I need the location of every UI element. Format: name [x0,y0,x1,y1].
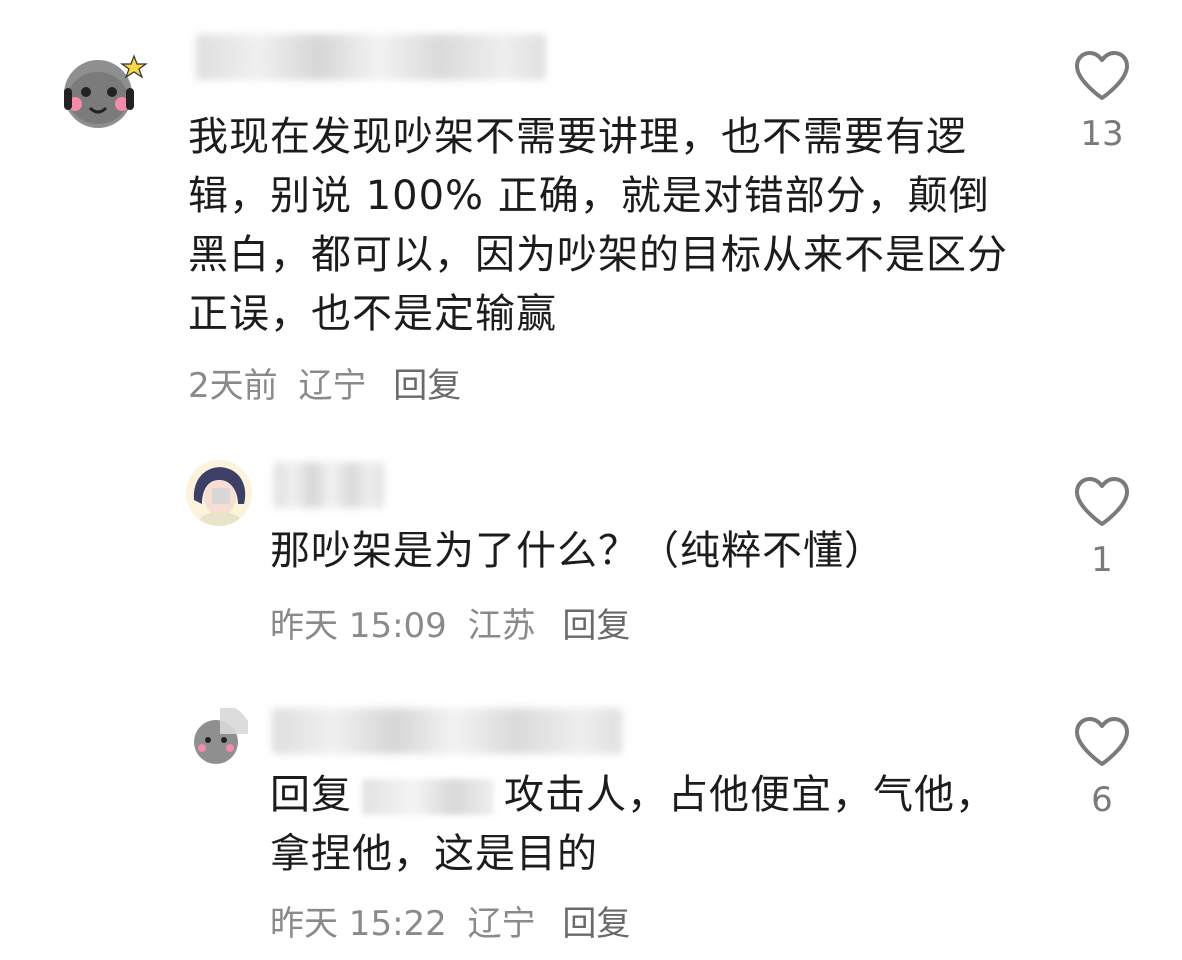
cartoon-face-icon [50,36,154,140]
reply-item: 那吵架是为了什么？（纯粹不懂） 昨天 15:09 江苏 回复 1 [0,440,1182,680]
avatar[interactable] [50,36,154,140]
reply-button[interactable]: 回复 [562,904,630,944]
anime-girl-icon [186,460,252,526]
comment-location: 辽宁 [298,366,367,406]
avatar[interactable] [186,460,252,526]
reply-button[interactable]: 回复 [562,606,630,646]
like-button[interactable]: 13 [1062,50,1142,154]
avatar[interactable] [186,704,252,770]
comment-meta: 2天前 辽宁 回复 [188,366,471,406]
comment-location: 辽宁 [467,904,536,944]
heart-outline-icon [1075,477,1129,526]
comment-time: 2天前 [188,366,278,406]
comment-meta: 昨天 15:22 辽宁 回复 [270,904,640,944]
reply-button[interactable]: 回复 [393,366,461,406]
like-count: 13 [1080,114,1124,154]
like-button[interactable]: 6 [1062,716,1142,820]
reply-prefix: 回复 [270,772,352,818]
comment-text: 我现在发现吵架不需要讲理，也不需要有逻辑，别说 100% 正确，就是对错部分，颠… [188,114,1008,337]
like-button[interactable]: 1 [1062,476,1142,580]
heart-outline-icon [1075,51,1129,100]
reply-item: 回复 攻击人，占他便宜，气他，拿捏他，这是目的 昨天 15:22 辽宁 回复 6 [0,690,1182,960]
cartoon-face-icon [186,704,252,770]
comment-text: 回复 攻击人，占他便宜，气他，拿捏他，这是目的 [270,766,1000,884]
username-redacted[interactable] [274,462,384,508]
heart-outline-icon [1075,717,1129,766]
comment-time: 昨天 15:09 [270,606,447,646]
comment-text: 那吵架是为了什么？（纯粹不懂） [270,528,885,574]
username-redacted[interactable] [196,34,546,80]
like-count: 1 [1091,540,1113,580]
comment-meta: 昨天 15:09 江苏 回复 [270,606,640,646]
comment-time: 昨天 15:22 [270,904,447,944]
comment-item: 我现在发现吵架不需要讲理，也不需要有逻辑，别说 100% 正确，就是对错部分，颠… [0,0,1182,420]
mention-redacted[interactable] [362,779,494,815]
username-redacted[interactable] [272,708,622,754]
comment-location: 江苏 [467,606,536,646]
like-count: 6 [1091,780,1113,820]
